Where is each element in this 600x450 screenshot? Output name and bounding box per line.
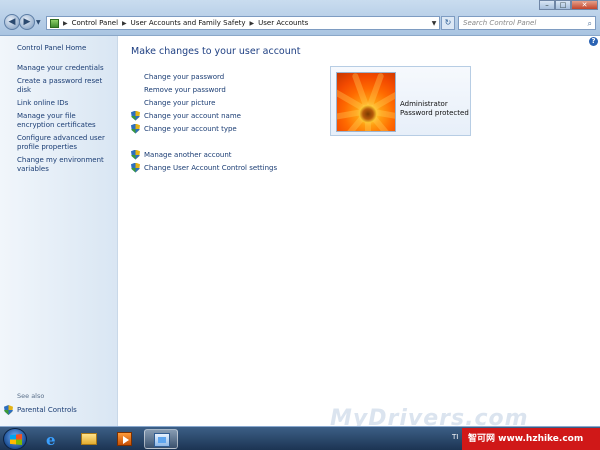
sidebar-item-environment-variables[interactable]: Change my environment variables (17, 156, 113, 174)
sidebar-item-link-online-ids[interactable]: Link online IDs (17, 99, 113, 108)
search-input[interactable]: Search Control Panel ⌕ (458, 16, 596, 30)
sidebar-home-link[interactable]: Control Panel Home (17, 44, 86, 52)
breadcrumb-control-panel[interactable]: Control Panel (72, 19, 118, 27)
search-placeholder: Search Control Panel (463, 19, 537, 27)
uac-shield-icon (4, 405, 13, 415)
breadcrumb-user-accounts[interactable]: User Accounts (258, 19, 308, 27)
sidebar-item-password-reset-disk[interactable]: Create a password reset disk (17, 77, 113, 95)
system-tray-text: TI (452, 433, 459, 441)
crumb-separator-icon[interactable]: ▶ (63, 20, 68, 27)
sidebar-task-list: Manage your credentials Create a passwor… (17, 64, 113, 178)
internet-explorer-icon: e (46, 431, 56, 449)
refresh-icon[interactable]: ↻ (441, 16, 455, 30)
search-icon[interactable]: ⌕ (588, 18, 592, 30)
minimize-button[interactable]: – (539, 0, 555, 10)
control-panel-icon (50, 18, 59, 28)
address-bar[interactable]: ▶ Control Panel ▶ User Accounts and Fami… (46, 16, 440, 30)
task-remove-password[interactable]: Remove your password (131, 83, 321, 96)
account-task-list: Change your password Remove your passwor… (131, 70, 321, 174)
site-watermark: 智可网 www.hzhike.com (462, 428, 600, 450)
task-label: Change your picture (144, 98, 216, 107)
account-picture[interactable] (336, 72, 396, 132)
task-change-password[interactable]: Change your password (131, 70, 321, 83)
task-change-picture[interactable]: Change your picture (131, 96, 321, 109)
task-label: Manage another account (144, 150, 232, 159)
task-label: Remove your password (144, 85, 226, 94)
folder-icon (81, 433, 97, 445)
taskbar-windows-explorer[interactable] (72, 429, 106, 449)
task-label: Change your password (144, 72, 225, 81)
control-panel-icon (154, 433, 170, 447)
uac-shield-icon (131, 124, 140, 134)
page-title: Make changes to your user account (131, 46, 301, 57)
start-button[interactable] (3, 428, 27, 450)
account-status: Password protected (400, 109, 469, 117)
forward-arrow-icon[interactable]: ▶ (19, 14, 35, 30)
crumb-separator-icon[interactable]: ▶ (122, 20, 127, 27)
media-player-icon (117, 432, 132, 446)
flower-center (359, 105, 377, 123)
sidebar: Control Panel Home Manage your credentia… (0, 36, 118, 426)
parental-controls-label: Parental Controls (17, 406, 77, 414)
see-also-heading: See also (17, 392, 45, 400)
sidebar-item-profile-properties[interactable]: Configure advanced user profile properti… (17, 134, 113, 152)
title-address-bar: ◀ ▶ ▼ ▶ Control Panel ▶ User Accounts an… (0, 0, 600, 36)
address-dropdown-icon[interactable]: ▼ (429, 20, 439, 27)
task-label: Change your account name (144, 111, 241, 120)
uac-shield-icon (131, 163, 140, 173)
uac-shield-icon (131, 111, 140, 121)
maximize-button[interactable]: □ (555, 0, 571, 10)
taskbar-control-panel[interactable] (144, 429, 178, 449)
taskbar-internet-explorer[interactable]: e (36, 429, 70, 449)
close-button[interactable]: ✕ (571, 0, 598, 10)
sidebar-item-file-encryption[interactable]: Manage your file encryption certificates (17, 112, 113, 130)
task-label: Change your account type (144, 124, 237, 133)
parental-controls-link[interactable]: Parental Controls (4, 405, 77, 415)
recent-pages-dropdown-icon[interactable]: ▼ (36, 19, 42, 26)
windows-logo-icon (10, 434, 22, 445)
account-name: Administrator (400, 100, 448, 108)
breadcrumb-user-accounts-family-safety[interactable]: User Accounts and Family Safety (131, 19, 246, 27)
task-manage-another-account[interactable]: Manage another account (131, 148, 321, 161)
uac-shield-icon (131, 150, 140, 160)
help-icon[interactable]: ? (589, 37, 598, 46)
taskbar-media-player[interactable] (108, 429, 142, 449)
task-change-account-name[interactable]: Change your account name (131, 109, 321, 122)
sidebar-item-manage-credentials[interactable]: Manage your credentials (17, 64, 113, 73)
task-uac-settings[interactable]: Change User Account Control settings (131, 161, 321, 174)
task-label: Change User Account Control settings (144, 163, 278, 172)
task-change-account-type[interactable]: Change your account type (131, 122, 321, 135)
account-tile: Administrator Password protected (330, 66, 471, 136)
back-arrow-icon[interactable]: ◀ (4, 14, 20, 30)
crumb-separator-icon[interactable]: ▶ (250, 20, 255, 27)
